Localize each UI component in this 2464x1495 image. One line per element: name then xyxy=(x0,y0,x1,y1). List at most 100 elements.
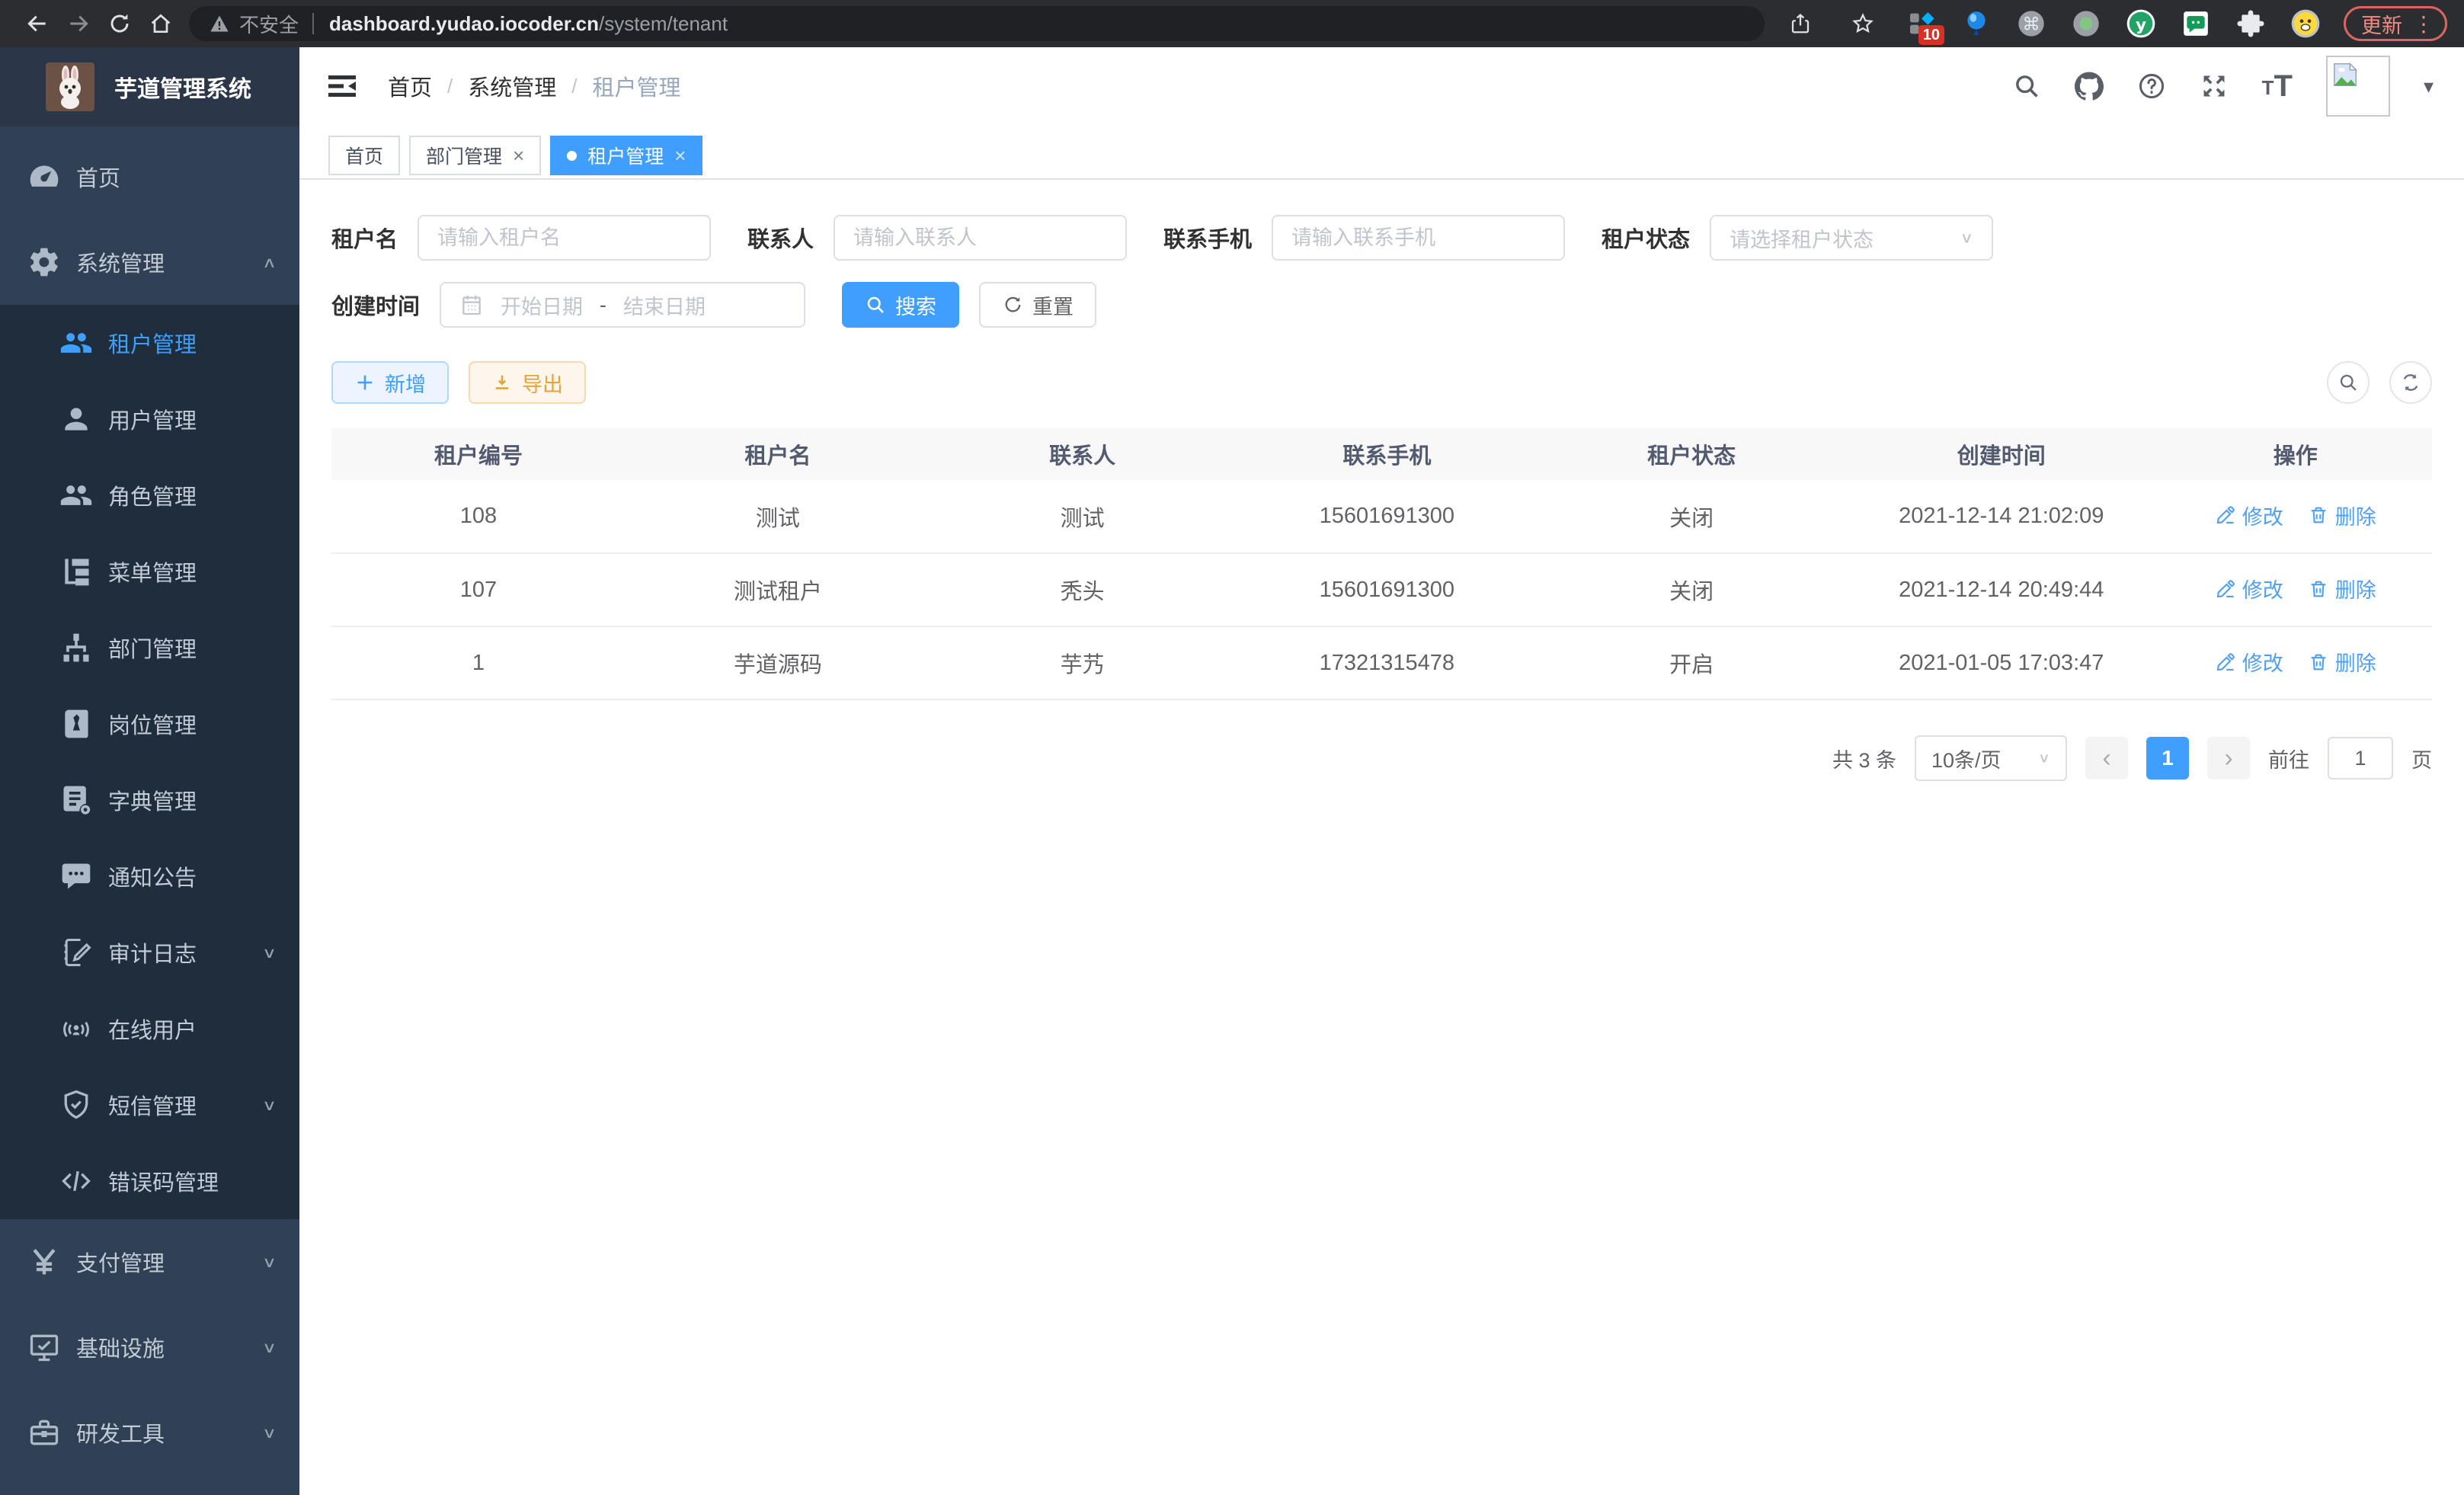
logo-bunny-image xyxy=(46,62,94,111)
sidebar-item-label: 在线用户 xyxy=(108,1013,197,1045)
browser-home-button[interactable] xyxy=(140,3,181,44)
extension-command[interactable]: ⌘ xyxy=(2014,7,2048,40)
prev-page-button[interactable]: ‹ xyxy=(2085,737,2128,780)
sidebar-item-post[interactable]: 岗位管理 xyxy=(0,686,299,762)
refresh-icon xyxy=(1002,294,1023,315)
extension-green-dot[interactable] xyxy=(2069,7,2103,40)
refresh-table-button[interactable] xyxy=(2389,361,2432,404)
address-bar[interactable]: 不安全 dashboard.yudao.iocoder.cn /system/t… xyxy=(189,6,1765,41)
extension-y-logo[interactable]: y xyxy=(2124,7,2158,40)
sidebar-item-tenant[interactable]: 租户管理 xyxy=(0,305,299,381)
page-size-select[interactable]: 10条/页 ∨ xyxy=(1915,735,2067,781)
edit-link[interactable]: 修改 xyxy=(2215,501,2283,530)
font-size-icon[interactable]: TT xyxy=(2262,72,2293,100)
breadcrumb-item[interactable]: 首页 xyxy=(388,70,432,102)
sidebar-item-dept[interactable]: 部门管理 xyxy=(0,610,299,686)
sidebar-item-online[interactable]: 在线用户 xyxy=(0,991,299,1067)
sidebar-item-home[interactable]: 首页 xyxy=(0,134,299,219)
extension-chat[interactable] xyxy=(2179,7,2213,40)
bookmark-button[interactable] xyxy=(1842,3,1883,44)
column-header: 联系人 xyxy=(930,428,1235,480)
delete-link[interactable]: 删除 xyxy=(2308,501,2376,530)
tenant-table: 租户编号租户名联系人联系手机租户状态创建时间操作 108测试测试15601691… xyxy=(331,428,2432,700)
table-row: 107测试租户秃头15601691300关闭2021-12-14 20:49:4… xyxy=(331,553,2432,626)
fullscreen-icon[interactable] xyxy=(2200,72,2229,101)
view-tab[interactable]: 首页 xyxy=(328,136,400,175)
tenant-name-input[interactable] xyxy=(418,215,711,261)
sidebar-item-errcode[interactable]: 错误码管理 xyxy=(0,1143,299,1219)
sidebar-item-audit[interactable]: 审计日志∨ xyxy=(0,914,299,991)
avatar-caret-down-icon[interactable]: ▾ xyxy=(2424,75,2434,98)
sidebar-item-role[interactable]: 角色管理 xyxy=(0,457,299,533)
end-date-placeholder: 结束日期 xyxy=(623,290,706,320)
export-button[interactable]: 导出 xyxy=(469,361,586,404)
star-icon xyxy=(1851,12,1874,35)
tab-label: 首页 xyxy=(345,142,383,169)
search-button[interactable]: 搜索 xyxy=(842,282,959,328)
tool-icon xyxy=(27,1416,61,1449)
share-icon xyxy=(1789,12,1812,35)
sidebar-item-devtool[interactable]: 研发工具∨ xyxy=(0,1390,299,1475)
tab-close-icon[interactable]: × xyxy=(513,144,524,168)
sidebar-item-menu[interactable]: 菜单管理 xyxy=(0,533,299,610)
edit-link[interactable]: 修改 xyxy=(2215,574,2283,603)
view-tab[interactable]: 租户管理× xyxy=(550,136,702,175)
browser-update-button[interactable]: 更新 ⋮ xyxy=(2344,6,2447,41)
create-time-range-picker[interactable]: 开始日期 - 结束日期 xyxy=(440,282,805,328)
sidebar-item-label: 字典管理 xyxy=(108,784,197,816)
next-page-button[interactable]: › xyxy=(2207,737,2250,780)
table-row: 108测试测试15601691300关闭2021-12-14 21:02:09修… xyxy=(331,480,2432,553)
show-search-button[interactable] xyxy=(2327,361,2370,404)
mobile-input[interactable] xyxy=(1272,215,1565,261)
sidebar-item-notice[interactable]: 通知公告 xyxy=(0,838,299,914)
sidebar-logo[interactable]: 芋道管理系统 xyxy=(0,47,299,126)
trash-icon xyxy=(2308,651,2329,673)
browser-back-button[interactable] xyxy=(17,3,58,44)
contact-input[interactable] xyxy=(834,215,1127,261)
delete-link[interactable]: 删除 xyxy=(2308,647,2376,677)
help-icon[interactable] xyxy=(2137,72,2166,101)
reset-button[interactable]: 重置 xyxy=(979,282,1096,328)
sidebar-item-label: 租户管理 xyxy=(108,327,197,359)
breadcrumb-item[interactable]: 系统管理 xyxy=(468,70,556,102)
active-tab-dot xyxy=(567,151,577,161)
download-icon xyxy=(491,372,513,393)
add-button[interactable]: 新增 xyxy=(331,361,449,404)
extension-tag-manager[interactable]: 10 xyxy=(1905,7,1938,40)
current-page-button[interactable]: 1 xyxy=(2146,737,2189,780)
browser-forward-button[interactable] xyxy=(58,3,99,44)
cell-created: 2021-12-14 20:49:44 xyxy=(1844,553,2159,626)
tab-close-icon[interactable]: × xyxy=(674,144,686,168)
browser-menu-icon[interactable]: ⋮ xyxy=(2413,11,2434,37)
extension-balloon[interactable] xyxy=(1960,7,1993,40)
sidebar-item-user[interactable]: 用户管理 xyxy=(0,381,299,457)
app-title: 芋道管理系统 xyxy=(114,70,251,104)
user-icon xyxy=(59,402,93,436)
goto-page-input[interactable] xyxy=(2328,737,2393,780)
edit-link[interactable]: 修改 xyxy=(2215,647,2283,677)
sidebar-fold-icon[interactable] xyxy=(324,68,360,104)
browser-reload-button[interactable] xyxy=(99,3,140,44)
sidebar-item-system[interactable]: 系统管理∧ xyxy=(0,219,299,305)
profile-avatar[interactable] xyxy=(2289,7,2322,40)
user-avatar[interactable] xyxy=(2326,56,2390,117)
status-select-placeholder: 请选择租户状态 xyxy=(1730,223,1874,253)
sidebar-item-infra[interactable]: 基础设施∨ xyxy=(0,1305,299,1390)
sidebar-item-label: 错误码管理 xyxy=(108,1165,219,1197)
extensions-puzzle[interactable] xyxy=(2234,7,2267,40)
sidebar-item-pay[interactable]: 支付管理∨ xyxy=(0,1219,299,1305)
url-host: dashboard.yudao.iocoder.cn xyxy=(329,12,599,36)
svg-text:y: y xyxy=(2136,15,2146,34)
sidebar-item-sms[interactable]: 短信管理∨ xyxy=(0,1067,299,1143)
share-button[interactable] xyxy=(1780,3,1821,44)
status-select[interactable]: 请选择租户状态 ∨ xyxy=(1710,215,1993,261)
view-tab[interactable]: 部门管理× xyxy=(409,136,541,175)
security-label[interactable]: 不安全 xyxy=(239,10,299,38)
sidebar-item-dict[interactable]: 字典管理 xyxy=(0,762,299,838)
date-separator: - xyxy=(600,293,606,317)
search-icon[interactable] xyxy=(2012,72,2041,101)
cell-contact: 芋艿 xyxy=(930,626,1235,699)
github-icon[interactable] xyxy=(2075,72,2104,101)
cell-id: 107 xyxy=(331,553,626,626)
delete-link[interactable]: 删除 xyxy=(2308,574,2376,603)
